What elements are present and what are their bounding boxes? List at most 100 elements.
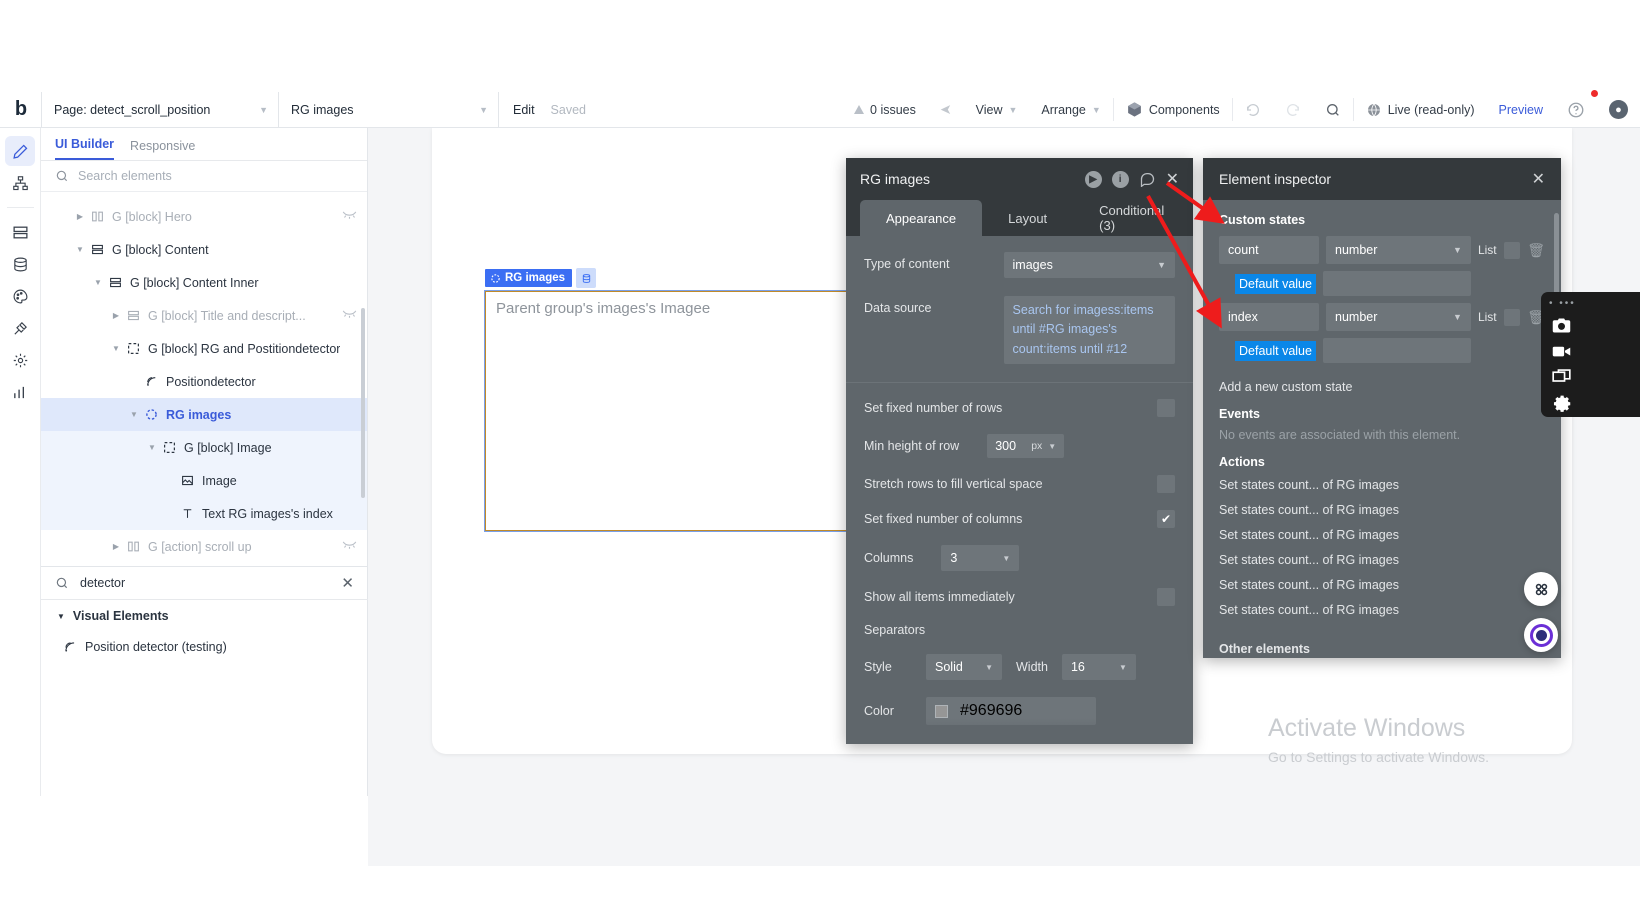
tree-node[interactable]: ▼ G [block] Content	[41, 233, 367, 266]
min-height-input[interactable]: 300 px ▼	[987, 434, 1065, 459]
gear-icon[interactable]	[1541, 391, 1581, 417]
issues-button[interactable]: 0 issues	[842, 92, 928, 127]
action-item[interactable]: Set states count... of RG images	[1203, 597, 1561, 622]
search-icon	[56, 577, 68, 589]
chevron-right-icon[interactable]: ▶	[109, 542, 123, 551]
close-icon[interactable]: ✕	[1166, 169, 1179, 189]
action-item[interactable]: Set states count... of RG images	[1203, 497, 1561, 522]
element-selector[interactable]: RG images ▼	[278, 92, 498, 127]
action-item[interactable]: Set states count... of RG images	[1203, 472, 1561, 497]
add-custom-state-link[interactable]: Add a new custom state	[1203, 370, 1561, 394]
sidebar-item-plugins[interactable]	[5, 313, 35, 343]
undo-button[interactable]	[1233, 92, 1273, 127]
bubble-logo[interactable]: b	[0, 92, 41, 127]
state-name-count[interactable]: count	[1219, 236, 1320, 264]
arrange-menu[interactable]: Arrange ▼	[1029, 92, 1112, 127]
chevron-right-icon[interactable]: ▶	[109, 311, 123, 320]
edit-mode-label[interactable]: Edit	[513, 103, 535, 117]
tree-node[interactable]: ▶ G [block] Hero	[41, 200, 367, 233]
sidebar-item-workflow[interactable]	[5, 168, 35, 198]
state-type-index[interactable]: number ▼	[1326, 303, 1471, 331]
tab-layout[interactable]: Layout	[982, 200, 1073, 236]
state-list-checkbox[interactable]	[1503, 241, 1521, 259]
tree-scrollbar[interactable]	[361, 308, 365, 498]
chevron-down-icon[interactable]: ▼	[145, 443, 159, 452]
width-select[interactable]: 16 ▼	[1061, 654, 1136, 681]
apps-grid-button[interactable]	[1524, 572, 1558, 606]
eye-hidden-icon[interactable]	[342, 309, 357, 322]
eye-hidden-icon[interactable]	[342, 540, 357, 553]
style-select[interactable]: Solid ▼	[926, 654, 1002, 681]
help-button[interactable]	[1555, 90, 1598, 127]
action-item[interactable]: Set states count... of RG images	[1203, 572, 1561, 597]
search-input[interactable]	[78, 169, 353, 183]
type-of-content-select[interactable]: images ▼	[1003, 252, 1175, 278]
chevron-down-icon[interactable]: ▼	[127, 410, 141, 419]
tab-responsive[interactable]: Responsive	[130, 139, 195, 160]
tab-ui-builder[interactable]: UI Builder	[55, 137, 115, 160]
chevron-down-icon[interactable]: ▼	[109, 344, 123, 353]
search-button[interactable]	[1313, 92, 1353, 127]
tree-node[interactable]: ▼ G [block] Content Inner	[41, 266, 367, 299]
fixed-rows-checkbox[interactable]	[1157, 399, 1175, 418]
redo-button[interactable]	[1273, 92, 1313, 127]
show-all-items-checkbox[interactable]	[1157, 588, 1175, 607]
secondary-search-value[interactable]: detector	[80, 576, 330, 590]
tree-node[interactable]: ▼ RG images	[41, 398, 367, 431]
visual-elements-section-header[interactable]: ▼ Visual Elements	[41, 600, 368, 632]
tree-node[interactable]: ▼ G [block] RG and Postitiondetector	[41, 332, 367, 365]
state-list-checkbox[interactable]	[1503, 308, 1521, 326]
default-value-input[interactable]	[1322, 271, 1471, 296]
chevron-down-icon[interactable]: ▼	[73, 245, 87, 254]
version-status[interactable]: Live (read-only)	[1354, 92, 1487, 127]
chevron-down-icon: ▼	[479, 104, 488, 115]
trash-icon[interactable]: 🗑	[1527, 242, 1545, 259]
eye-hidden-icon[interactable]	[342, 210, 357, 223]
selected-element-badge[interactable]: RG images	[485, 269, 573, 287]
page-selector[interactable]: Page: detect_scroll_position ▼	[41, 92, 278, 127]
account-button[interactable]: ●	[1597, 92, 1640, 127]
tree-node[interactable]: Image	[41, 464, 367, 497]
sidebar-item-database[interactable]	[5, 249, 35, 279]
data-source-expression[interactable]: Search for imagess:items until #RG image…	[1003, 296, 1175, 365]
comment-icon[interactable]	[1139, 171, 1156, 187]
components-button[interactable]: Components	[1114, 92, 1232, 127]
chevron-down-icon[interactable]: ▼	[91, 278, 105, 287]
state-type-count[interactable]: number ▼	[1326, 236, 1471, 264]
sidebar-item-settings[interactable]	[5, 345, 35, 375]
tab-conditional[interactable]: Conditional (3)	[1073, 200, 1193, 236]
fixed-columns-checkbox[interactable]: ✔	[1157, 510, 1175, 529]
video-icon[interactable]	[1541, 338, 1581, 364]
action-item[interactable]: Set states count... of RG images	[1203, 522, 1561, 547]
data-source-chip[interactable]	[576, 268, 597, 288]
bottom-canvas-strip	[368, 796, 1640, 866]
list-item-position-detector[interactable]: Position detector (testing)	[41, 632, 368, 662]
drag-handle-icon[interactable]: • •••	[1541, 298, 1576, 312]
columns-select[interactable]: 3 ▼	[941, 545, 1020, 572]
camera-icon[interactable]	[1541, 312, 1581, 338]
tree-node[interactable]: Positiondetector	[41, 365, 367, 398]
stretch-rows-checkbox[interactable]	[1157, 475, 1175, 494]
pointer-tool-button[interactable]: ➤	[928, 92, 964, 127]
close-icon[interactable]: ✕	[341, 574, 354, 592]
close-icon[interactable]: ✕	[1532, 169, 1545, 189]
sidebar-item-logs[interactable]	[5, 377, 35, 407]
state-name-index[interactable]: index	[1219, 303, 1320, 331]
tree-node[interactable]: Text RG images's index	[41, 497, 367, 530]
assistant-button[interactable]	[1524, 618, 1558, 652]
sidebar-item-styles[interactable]	[5, 281, 35, 311]
info-icon[interactable]: i	[1111, 170, 1129, 188]
tree-node[interactable]: ▶ G [block] Title and descript...	[41, 299, 367, 332]
window-icon[interactable]	[1541, 365, 1581, 391]
preview-button[interactable]: Preview	[1487, 92, 1555, 127]
default-value-input[interactable]	[1322, 338, 1471, 363]
play-icon[interactable]: ▶	[1084, 170, 1102, 188]
view-menu[interactable]: View ▼	[964, 92, 1030, 127]
tab-appearance[interactable]: Appearance	[860, 200, 983, 236]
tree-node[interactable]: ▼ G [block] Image	[41, 431, 367, 464]
sidebar-item-rows[interactable]	[5, 217, 35, 247]
chevron-right-icon[interactable]: ▶	[73, 212, 87, 221]
tree-node[interactable]: ▶ G [action] scroll up	[41, 530, 367, 563]
sidebar-item-design[interactable]	[5, 136, 35, 166]
action-item[interactable]: Set states count... of RG images	[1203, 547, 1561, 572]
